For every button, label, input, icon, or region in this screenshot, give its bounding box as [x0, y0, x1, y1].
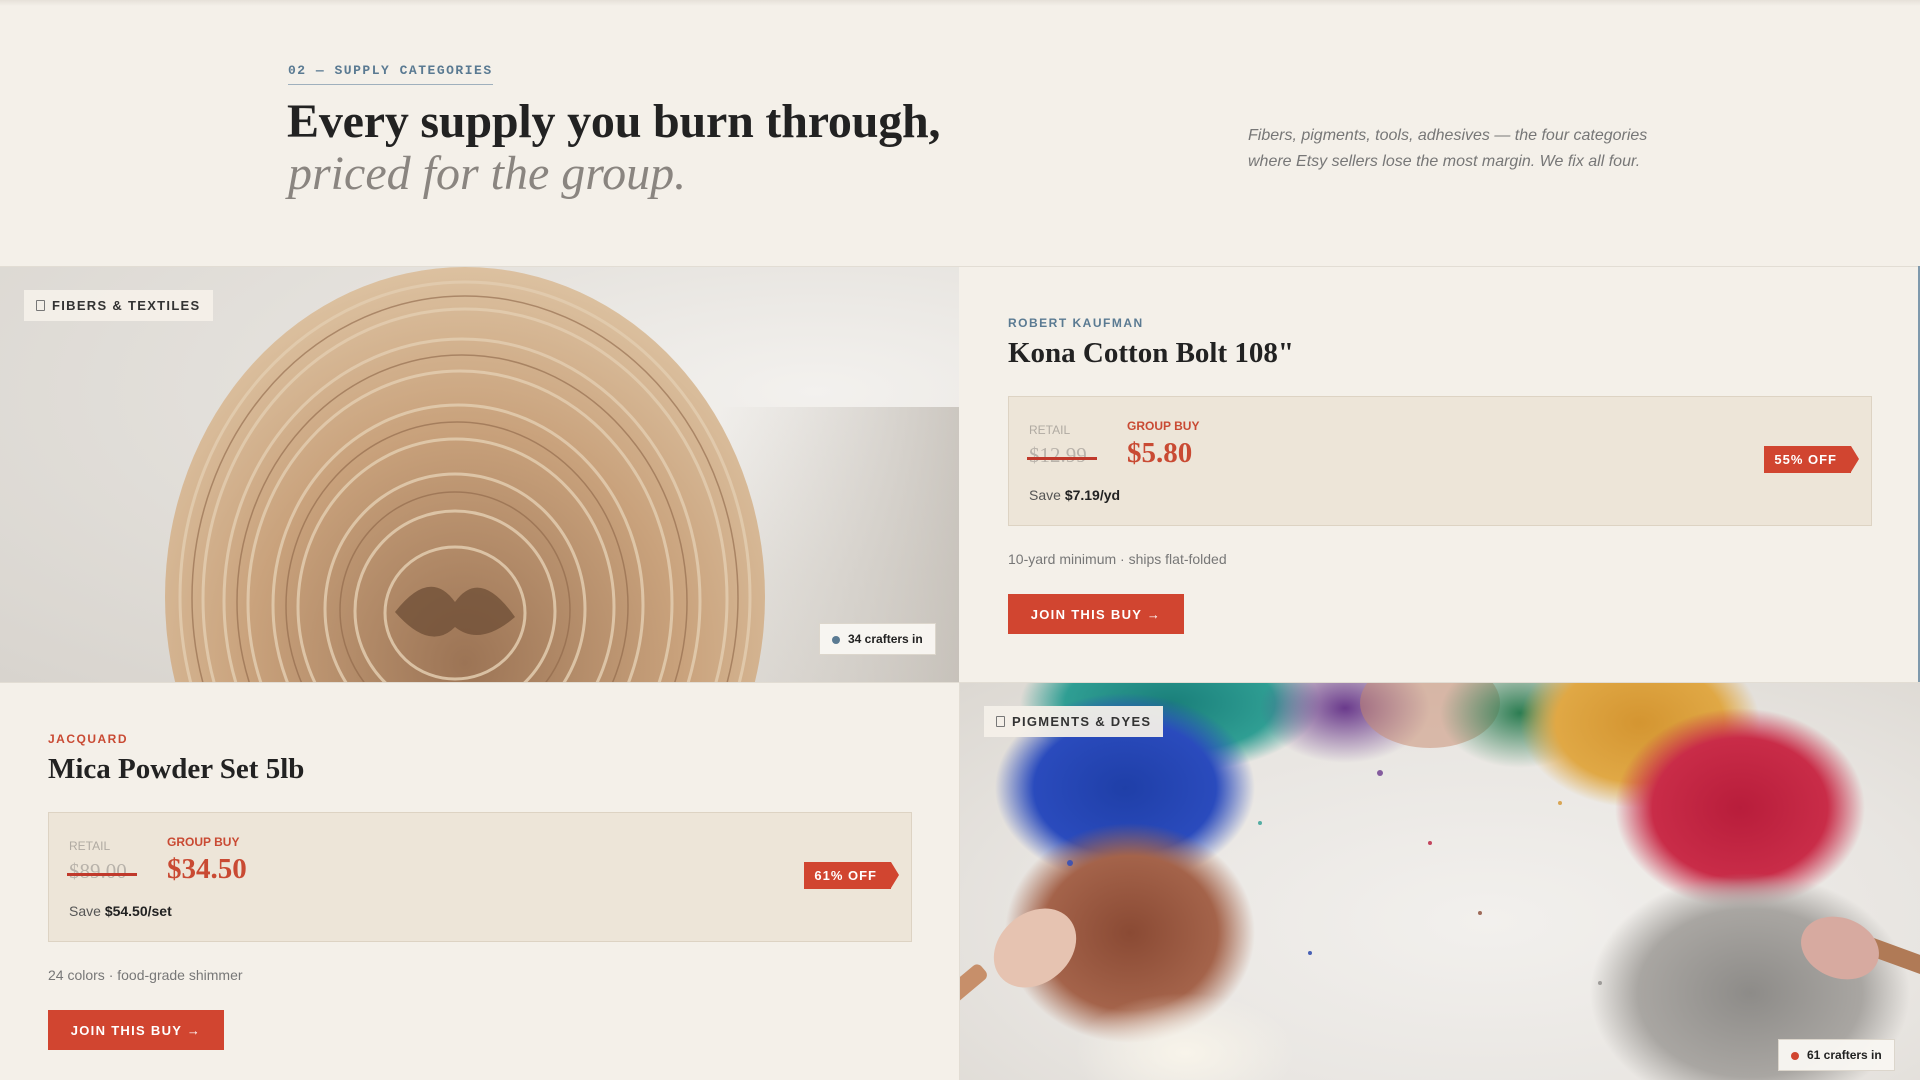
crafters-count-badge: 61 crafters in	[1778, 1039, 1895, 1071]
group-buy-price: $34.50	[167, 853, 247, 885]
join-buy-button[interactable]: JOIN THIS BUY →	[48, 1010, 224, 1050]
product-card-mica: JACQUARD Mica Powder Set 5lb RETAIL $89.…	[0, 683, 960, 1080]
status-dot-icon	[1791, 1052, 1799, 1060]
retail-price: $89.00	[69, 859, 127, 883]
group-buy-price: $5.80	[1127, 437, 1193, 469]
retail-strikethrough	[1027, 457, 1097, 460]
product-title: Mica Powder Set 5lb	[48, 753, 305, 785]
group-buy-label: GROUP BUY	[167, 835, 240, 849]
price-box: RETAIL $12.99 GROUP BUY $5.80 Save $7.19…	[1008, 396, 1872, 526]
retail-label: RETAIL	[69, 839, 111, 853]
discount-badge: 55% OFF	[1764, 446, 1859, 473]
top-shadow	[0, 0, 1920, 6]
crafters-count-label: 61 crafters in	[1807, 1048, 1882, 1062]
crafters-count-badge: 34 crafters in	[819, 623, 936, 655]
savings-amount: $7.19/yd	[1064, 487, 1121, 503]
group-buy-label: GROUP BUY	[1127, 419, 1200, 433]
savings-amount: $54.50/set	[104, 903, 172, 919]
product-title: Kona Cotton Bolt 108"	[1008, 337, 1294, 369]
join-buy-button[interactable]: JOIN THIS BUY →	[1008, 594, 1184, 634]
product-brand: JACQUARD	[48, 732, 129, 746]
status-dot-icon	[832, 636, 840, 644]
pigment-photo	[960, 683, 1920, 1080]
price-box: RETAIL $89.00 GROUP BUY $34.50 Save $54.…	[48, 812, 912, 942]
retail-strikethrough	[67, 873, 137, 876]
discount-badge: 61% OFF	[804, 862, 899, 889]
product-card-kona: ROBERT KAUFMAN Kona Cotton Bolt 108" RET…	[960, 267, 1918, 682]
retail-price: $12.99	[1029, 443, 1087, 467]
category-tag-pigments: PIGMENTS & DYES	[984, 706, 1164, 737]
pigment-powders-image	[960, 683, 1920, 1080]
category-tag-fibers: FIBERS & TEXTILES	[24, 290, 213, 321]
savings-prefix: Save	[1029, 487, 1061, 503]
crafters-count-label: 34 crafters in	[848, 632, 923, 646]
product-brand: ROBERT KAUFMAN	[1008, 316, 1144, 330]
savings-line: Save $7.19/yd	[1029, 487, 1120, 503]
category-tag-label: PIGMENTS & DYES	[1012, 714, 1152, 729]
fabric-photo	[0, 267, 959, 682]
category-tag-label: FIBERS & TEXTILES	[52, 298, 201, 313]
section-eyebrow: 02 — SUPPLY CATEGORIES	[288, 63, 493, 85]
section-headline: Every supply you burn through,	[287, 95, 941, 148]
product-details: 10-yard minimum · ships flat-folded	[1008, 551, 1227, 567]
savings-line: Save $54.50/set	[69, 903, 172, 919]
product-details: 24 colors · food-grade shimmer	[48, 967, 243, 983]
tag-icon	[36, 300, 45, 311]
section-headline-italic: priced for the group.	[288, 147, 687, 200]
tag-icon	[996, 716, 1005, 727]
section-intro: Fibers, pigments, tools, adhesives — the…	[1248, 127, 1648, 170]
retail-label: RETAIL	[1029, 423, 1071, 437]
fabric-roll-image	[165, 267, 959, 682]
savings-prefix: Save	[69, 903, 101, 919]
